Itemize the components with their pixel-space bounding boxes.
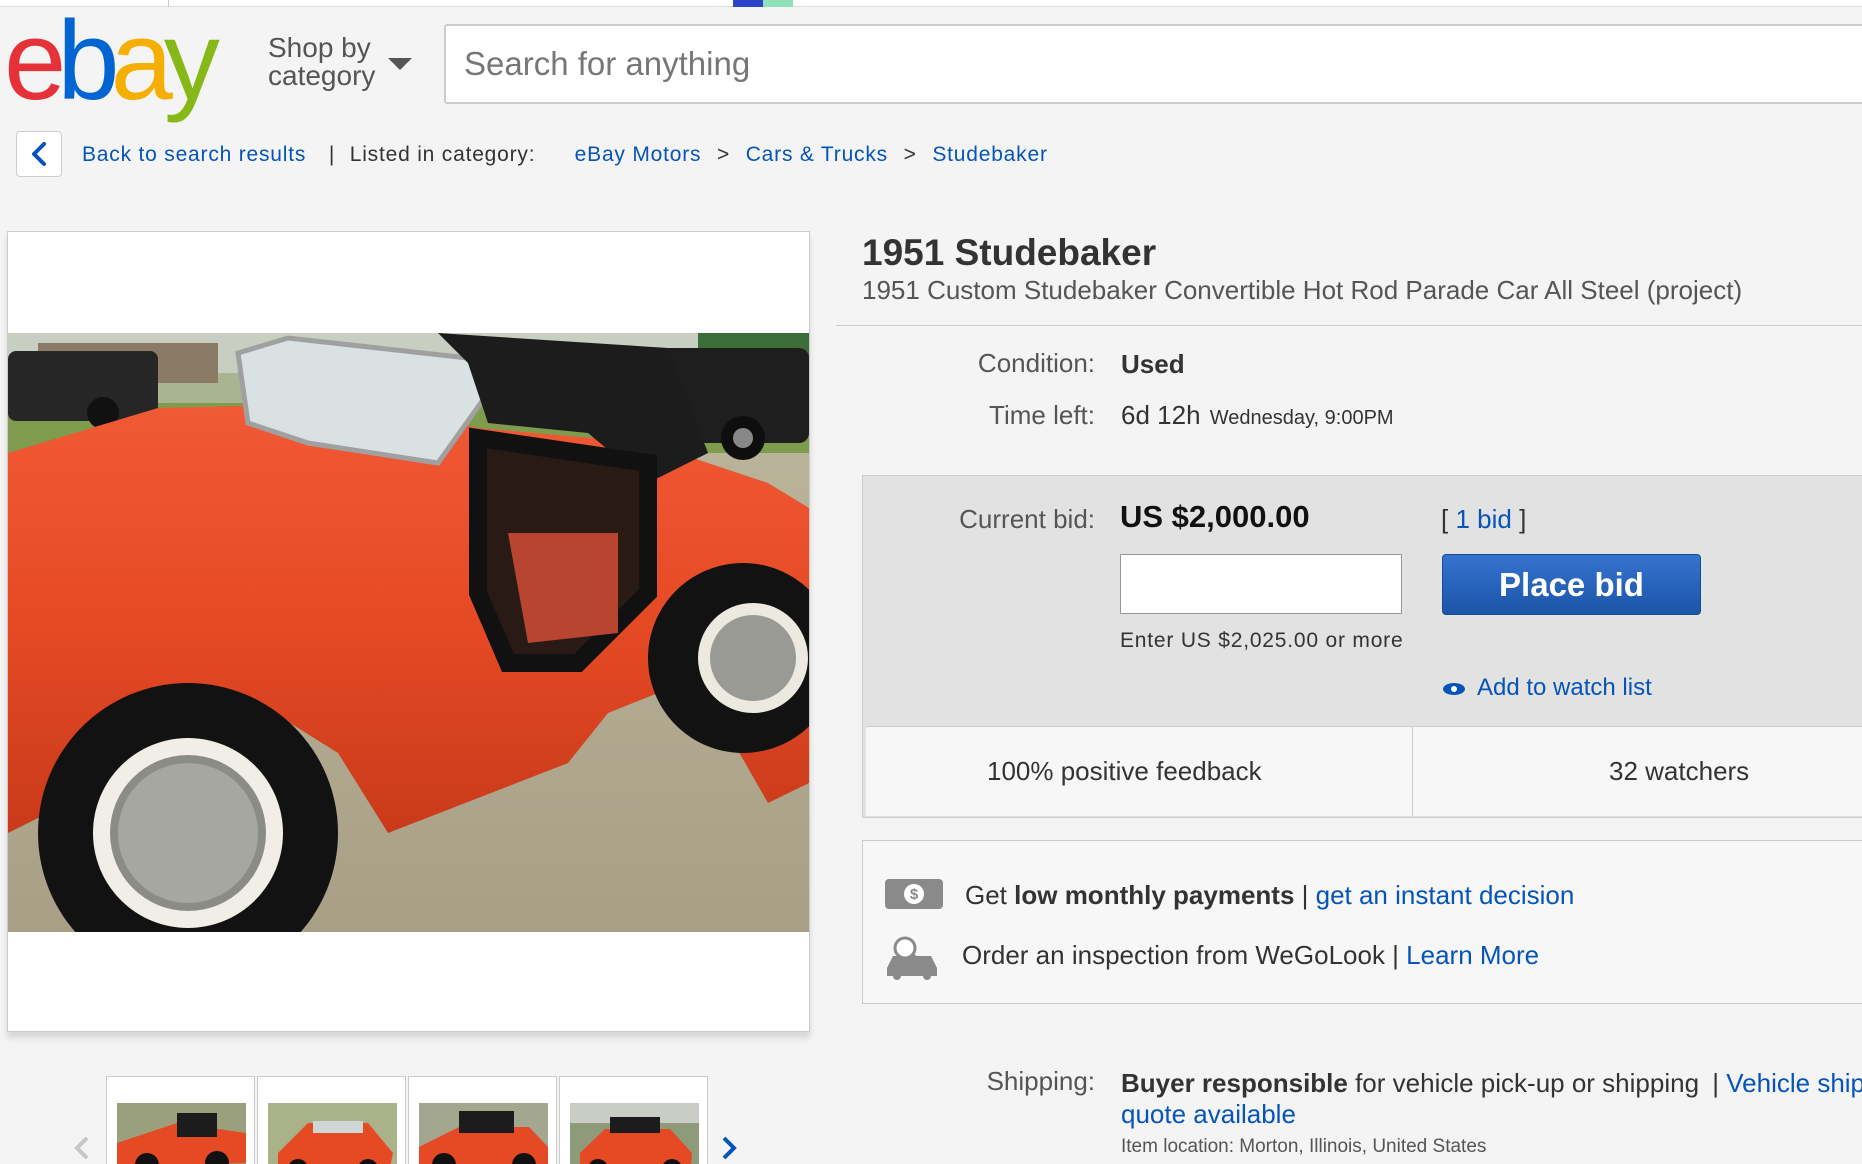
breadcrumb-category-studebaker[interactable]: Studebaker bbox=[932, 143, 1047, 166]
shop-by-line1: Shop by bbox=[268, 32, 371, 63]
main-photo[interactable] bbox=[8, 333, 809, 932]
item-location-value: Morton, Illinois, United States bbox=[1239, 1136, 1487, 1157]
chevron-left-icon bbox=[74, 1136, 89, 1160]
positive-feedback: 100% positive feedback bbox=[987, 756, 1262, 786]
logo-letter-e: e bbox=[4, 0, 66, 123]
breadcrumb-category-ebay-motors[interactable]: eBay Motors bbox=[575, 143, 702, 166]
strip-marker-blue bbox=[733, 0, 763, 7]
title-divider bbox=[836, 325, 1862, 326]
breadcrumb-separator: > bbox=[716, 143, 731, 166]
bid-count-link[interactable]: 1 bid bbox=[1455, 504, 1511, 534]
instant-decision-link[interactable]: get an instant decision bbox=[1316, 880, 1575, 910]
thumbnail-1[interactable] bbox=[106, 1076, 255, 1164]
ebay-logo[interactable]: ebay bbox=[4, 0, 220, 123]
condition-value: Used bbox=[1121, 349, 1185, 379]
search-input[interactable] bbox=[464, 26, 1464, 102]
add-to-watch-list[interactable]: Add to watch list bbox=[1441, 674, 1652, 702]
strip-marker-green bbox=[763, 0, 793, 7]
eye-icon bbox=[1443, 682, 1465, 695]
money-icon: $ bbox=[885, 879, 943, 909]
quote-available-link[interactable]: quote available bbox=[1121, 1099, 1296, 1129]
breadcrumb-separator: > bbox=[903, 143, 917, 166]
shipping-label: Shipping: bbox=[986, 1066, 1095, 1096]
browser-top-strip bbox=[0, 0, 1862, 7]
thumbnail-image bbox=[117, 1103, 246, 1164]
listing-title: 1951 Studebaker bbox=[862, 232, 1157, 273]
inspection-car-icon bbox=[887, 936, 937, 980]
shipping-line: Buyer responsible for vehicle pick-up or… bbox=[1121, 1068, 1862, 1099]
watchers-count: 32 watchers bbox=[1609, 756, 1750, 786]
thumbnail-image bbox=[268, 1103, 397, 1164]
current-bid-label: Current bid: bbox=[959, 504, 1095, 534]
thumbnail-4[interactable] bbox=[559, 1076, 708, 1164]
payments-prefix: Get bbox=[965, 880, 1015, 910]
add-to-watch-list-link[interactable]: Add to watch list bbox=[1477, 674, 1652, 701]
thumbnail-image bbox=[419, 1103, 548, 1164]
shop-by-category-button[interactable]: Shop by category bbox=[268, 32, 412, 91]
payments-bold: low monthly payments bbox=[1014, 880, 1295, 910]
min-bid-hint: Enter US $2,025.00 or more bbox=[1120, 629, 1404, 652]
thumb-prev-button[interactable] bbox=[72, 1128, 92, 1164]
financing-panel bbox=[862, 840, 1862, 1004]
car-photo-image bbox=[8, 333, 809, 932]
bid-amount-input[interactable] bbox=[1120, 554, 1402, 614]
search-box[interactable] bbox=[444, 24, 1862, 104]
item-location: Item location: Morton, Illinois, United … bbox=[1121, 1136, 1486, 1158]
main-image-panel[interactable] bbox=[7, 231, 810, 1032]
time-left-value: 6d 12h Wednesday, 9:00PM bbox=[1121, 400, 1394, 431]
breadcrumb-category-cars-trucks[interactable]: Cars & Trucks bbox=[746, 143, 888, 166]
current-bid-value: US $2,000.00 bbox=[1120, 499, 1310, 534]
place-bid-button[interactable]: Place bid bbox=[1442, 554, 1701, 615]
time-left-label: Time left: bbox=[989, 400, 1095, 430]
thumbnail-2[interactable] bbox=[257, 1076, 406, 1164]
logo-letter-a: a bbox=[110, 0, 173, 123]
shipping-line-2: quote available bbox=[1121, 1099, 1296, 1130]
shipping-bold: Buyer responsible bbox=[1121, 1068, 1348, 1098]
logo-letter-b: b bbox=[57, 0, 119, 123]
listed-in-label: Listed in category: bbox=[349, 143, 536, 166]
thumb-next-button[interactable] bbox=[719, 1128, 739, 1164]
payments-separator: | bbox=[1294, 880, 1316, 910]
time-left-end: Wednesday, 9:00PM bbox=[1209, 407, 1394, 429]
condition-label: Condition: bbox=[977, 348, 1095, 378]
thumbnail-image bbox=[570, 1103, 699, 1164]
bid-bracket-open: [ bbox=[1441, 504, 1449, 534]
thumbnail-3[interactable] bbox=[408, 1076, 557, 1164]
shop-by-line2: category bbox=[268, 60, 376, 91]
bid-bracket-close: ] bbox=[1519, 504, 1527, 534]
back-button[interactable] bbox=[16, 131, 62, 177]
chevron-right-icon bbox=[722, 1136, 737, 1160]
back-to-search-link[interactable]: Back to search results bbox=[82, 143, 306, 166]
vehicle-shipping-link[interactable]: Vehicle shipping bbox=[1726, 1068, 1862, 1098]
logo-letter-y: y bbox=[163, 0, 220, 123]
listing-subtitle: 1951 Custom Studebaker Convertible Hot R… bbox=[862, 275, 1743, 305]
feedback-divider bbox=[1412, 726, 1413, 816]
time-left-duration: 6d 12h bbox=[1121, 400, 1201, 430]
shipping-separator: | bbox=[1705, 1068, 1727, 1098]
inspection-line: Order an inspection from WeGoLook | Lear… bbox=[962, 940, 1539, 971]
chevron-left-icon bbox=[32, 142, 46, 166]
breadcrumb: Back to search results | Listed in categ… bbox=[82, 141, 1048, 169]
payments-line: Get low monthly payments | get an instan… bbox=[965, 880, 1574, 911]
item-location-label: Item location: bbox=[1121, 1136, 1234, 1157]
learn-more-link[interactable]: Learn More bbox=[1406, 940, 1539, 970]
bid-count: [ 1 bid ] bbox=[1441, 504, 1526, 535]
inspection-separator: | bbox=[1384, 940, 1407, 970]
shipping-text: for vehicle pick-up or shipping bbox=[1347, 1068, 1700, 1098]
inspection-text: Order an inspection from WeGoLook bbox=[962, 940, 1385, 970]
caret-down-icon bbox=[388, 58, 412, 70]
svg-text:$: $ bbox=[910, 886, 919, 903]
breadcrumb-divider: | bbox=[328, 143, 336, 166]
